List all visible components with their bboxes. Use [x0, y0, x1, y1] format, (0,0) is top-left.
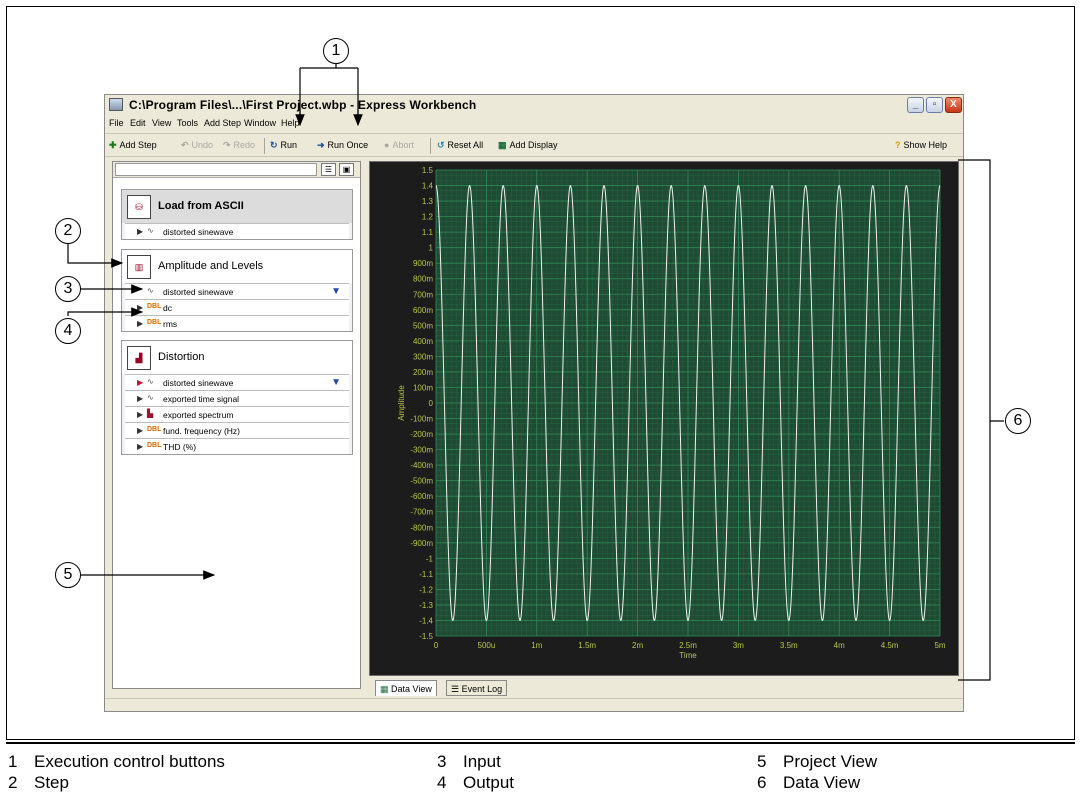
legend-number: 3 — [437, 752, 447, 771]
legend-label: Output — [463, 773, 515, 792]
legend-item-4: 4 Output — [437, 773, 514, 793]
legend-number: 5 — [757, 752, 767, 771]
legend-label: Step — [34, 773, 69, 792]
callout-badge-2: 2 — [55, 218, 81, 244]
callout-6-bracket — [958, 159, 1004, 681]
legend-label: Input — [463, 752, 501, 771]
legend-label: Project View — [783, 752, 878, 771]
callout-4-line — [67, 307, 144, 317]
callout-1-line — [299, 63, 359, 124]
legend-label: Execution control buttons — [34, 752, 225, 771]
legend-item-3: 3 Input — [437, 752, 501, 772]
legend-item-1: 1 Execution control buttons — [8, 752, 225, 772]
legend-item-5: 5 Project View — [757, 752, 877, 772]
legend-number: 4 — [437, 773, 447, 792]
legend-label: Data View — [783, 773, 861, 792]
callout-2-line — [67, 244, 124, 268]
callout-badge-6: 6 — [1005, 408, 1031, 434]
callout-badge-3: 3 — [55, 276, 81, 302]
callout-badge-5: 5 — [55, 562, 81, 588]
legend-number: 2 — [8, 773, 18, 792]
legend-number: 6 — [757, 773, 767, 792]
legend-item-6: 6 Data View — [757, 773, 860, 793]
legend-number: 1 — [8, 752, 18, 771]
callout-lines — [67, 63, 1004, 681]
callout-badge-4: 4 — [55, 318, 81, 344]
callout-badge-1: 1 — [323, 38, 349, 64]
legend-divider — [6, 742, 1075, 744]
legend-item-2: 2 Step — [8, 773, 69, 793]
